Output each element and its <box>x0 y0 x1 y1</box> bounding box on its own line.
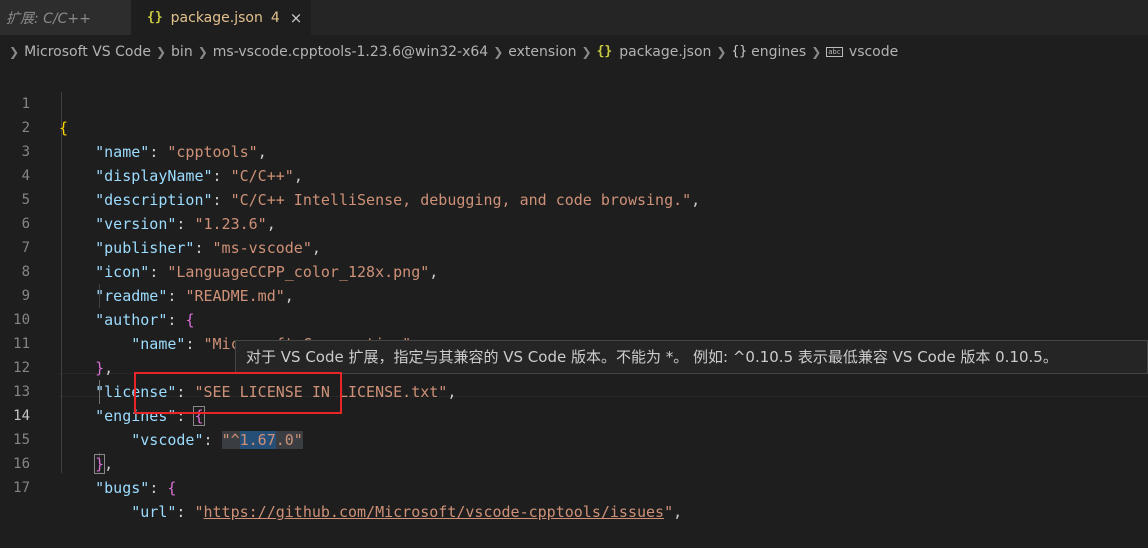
chevron-right-icon: ❯ <box>197 44 208 59</box>
breadcrumb-item[interactable]: bin <box>171 44 193 60</box>
json-brace: { <box>167 479 177 497</box>
breadcrumb-item[interactable]: Microsoft VS Code <box>24 44 151 60</box>
code-line: 7 "icon": "LanguageCCPP_color_128x.png", <box>0 212 1148 281</box>
breadcrumb-item[interactable]: ms-vscode.cpptools-1.23.6@win32-x64 <box>213 44 488 60</box>
close-icon[interactable]: × <box>290 9 303 27</box>
chevron-right-icon: ❯ <box>9 44 20 59</box>
tab-label: 扩展: C/C++ <box>6 10 91 27</box>
code-line: 3 "displayName": "C/C++", <box>0 116 1148 185</box>
breadcrumb: ❯ Microsoft VS Code ❯ bin ❯ ms-vscode.cp… <box>0 35 1148 68</box>
json-braces-icon: {} <box>147 10 163 25</box>
tab-extension-cpp[interactable]: 扩展: C/C++ <box>0 0 131 35</box>
chevron-right-icon: ❯ <box>811 44 822 59</box>
breadcrumb-item[interactable]: extension <box>508 44 576 60</box>
code-line: 8 "readme": "README.md", <box>0 236 1148 305</box>
code-line: 2 "name": "cpptools", <box>0 92 1148 161</box>
code-line: 16 "bugs": { <box>0 428 1148 497</box>
code-line: 10 "name": "Microsoft Corporation" <box>0 284 1148 353</box>
code-line: 17 "url": "https://github.com/Microsoft/… <box>0 452 1148 521</box>
annotation-highlight-box <box>134 372 342 414</box>
object-braces-icon: {} <box>731 44 748 59</box>
breadcrumb-item[interactable]: vscode <box>849 44 898 60</box>
breadcrumb-item[interactable]: engines <box>751 44 806 60</box>
code-line: 5 "version": "1.23.6", <box>0 164 1148 233</box>
code-line: 11 }, <box>0 308 1148 377</box>
line-number: 17 <box>13 480 30 496</box>
breadcrumb-item[interactable]: package.json <box>619 44 711 60</box>
tab-package-json[interactable]: {} package.json 4 × <box>131 0 311 35</box>
url-link[interactable]: https://github.com/Microsoft/vscode-cppt… <box>204 503 665 521</box>
problem-count-badge: 4 <box>270 9 280 26</box>
code-line: 9 "author": { <box>0 260 1148 329</box>
code-line: 6 "publisher": "ms-vscode", <box>0 188 1148 257</box>
hover-tooltip: 对于 VS Code 扩展，指定与其兼容的 VS Code 版本。不能为 *。 … <box>235 340 1148 374</box>
chevron-right-icon: ❯ <box>155 44 167 59</box>
tab-label: package.json <box>170 9 263 26</box>
json-key: "bugs" <box>95 479 150 497</box>
chevron-right-icon: ❯ <box>581 44 592 59</box>
hover-text: 对于 VS Code 扩展，指定与其兼容的 VS Code 版本。不能为 *。 … <box>246 348 1058 366</box>
chevron-right-icon: ❯ <box>493 44 504 59</box>
chevron-right-icon: ❯ <box>716 44 727 59</box>
code-line: 1 { <box>0 68 1148 137</box>
tab-bar: 扩展: C/C++ {} package.json 4 × <box>0 0 1148 35</box>
json-braces-icon: {} <box>596 44 613 59</box>
json-key: "url" <box>131 503 177 521</box>
string-abc-icon: abc <box>826 46 843 57</box>
code-line: 4 "description": "C/C++ IntelliSense, de… <box>0 140 1148 209</box>
